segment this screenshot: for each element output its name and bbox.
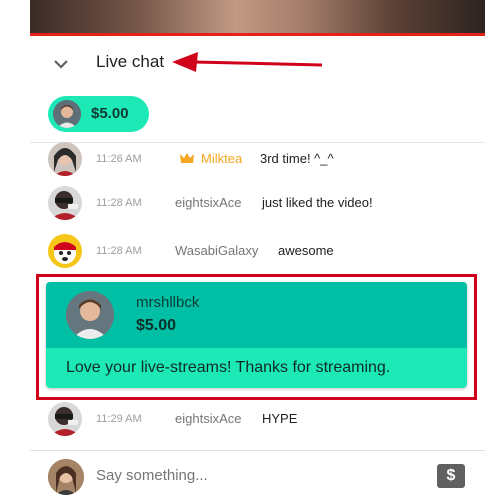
message-time: 11:28 AM bbox=[96, 197, 142, 209]
ticker-amount: $5.00 bbox=[91, 105, 129, 122]
message-author[interactable]: WasabiGalaxy bbox=[175, 243, 258, 258]
chat-header: Live chat bbox=[30, 36, 485, 90]
annotation-arrow bbox=[172, 52, 323, 72]
chat-input-bar: $ bbox=[30, 450, 485, 502]
chat-message[interactable]: 11:28 AM WasabiGalaxy awesome bbox=[48, 234, 478, 268]
message-text: just liked the video! bbox=[262, 195, 373, 210]
chat-message[interactable]: 11:26 AM Milktea 3rd time! ^_^ bbox=[48, 142, 478, 176]
chevron-down-icon[interactable] bbox=[52, 57, 70, 71]
chat-message[interactable]: 11:28 AM eightsixAce just liked the vide… bbox=[48, 186, 478, 220]
avatar bbox=[48, 234, 82, 268]
avatar bbox=[48, 142, 82, 176]
super-chat-author[interactable]: mrshllbck bbox=[136, 294, 199, 311]
avatar bbox=[48, 459, 84, 495]
super-chat-text: Love your live-streams! Thanks for strea… bbox=[66, 359, 391, 376]
avatar bbox=[66, 291, 114, 339]
chat-title[interactable]: Live chat bbox=[96, 52, 164, 72]
dollar-icon[interactable]: $ bbox=[437, 464, 465, 488]
message-text: awesome bbox=[278, 243, 334, 258]
message-time: 11:28 AM bbox=[96, 245, 142, 257]
avatar bbox=[53, 100, 81, 128]
message-author[interactable]: eightsixAce bbox=[175, 411, 241, 426]
super-chat-body: Love your live-streams! Thanks for strea… bbox=[46, 348, 467, 388]
super-chat-amount: $5.00 bbox=[136, 317, 177, 334]
video-player-frame[interactable] bbox=[30, 0, 485, 33]
message-text: HYPE bbox=[262, 411, 298, 426]
message-text: 3rd time! ^_^ bbox=[260, 151, 334, 166]
avatar bbox=[48, 402, 82, 436]
super-chat-header: mrshllbck $5.00 bbox=[46, 282, 467, 348]
super-chat-message[interactable]: mrshllbck $5.00 Love your live-streams! … bbox=[46, 282, 467, 388]
super-chat-ticker: $5.00 bbox=[30, 90, 485, 143]
avatar bbox=[48, 186, 82, 220]
chat-input[interactable] bbox=[96, 467, 396, 484]
crown-icon bbox=[180, 153, 194, 163]
message-time: 11:26 AM bbox=[96, 153, 142, 165]
message-author[interactable]: eightsixAce bbox=[175, 195, 241, 210]
chat-message[interactable]: 11:29 AM eightsixAce HYPE bbox=[48, 402, 478, 436]
message-author[interactable]: Milktea bbox=[201, 151, 242, 166]
message-time: 11:29 AM bbox=[96, 413, 142, 425]
live-chat-panel: Live chat $5.00 11:26 AM Milktea 3rd tim… bbox=[30, 36, 485, 502]
ticker-chip[interactable]: $5.00 bbox=[48, 96, 149, 132]
